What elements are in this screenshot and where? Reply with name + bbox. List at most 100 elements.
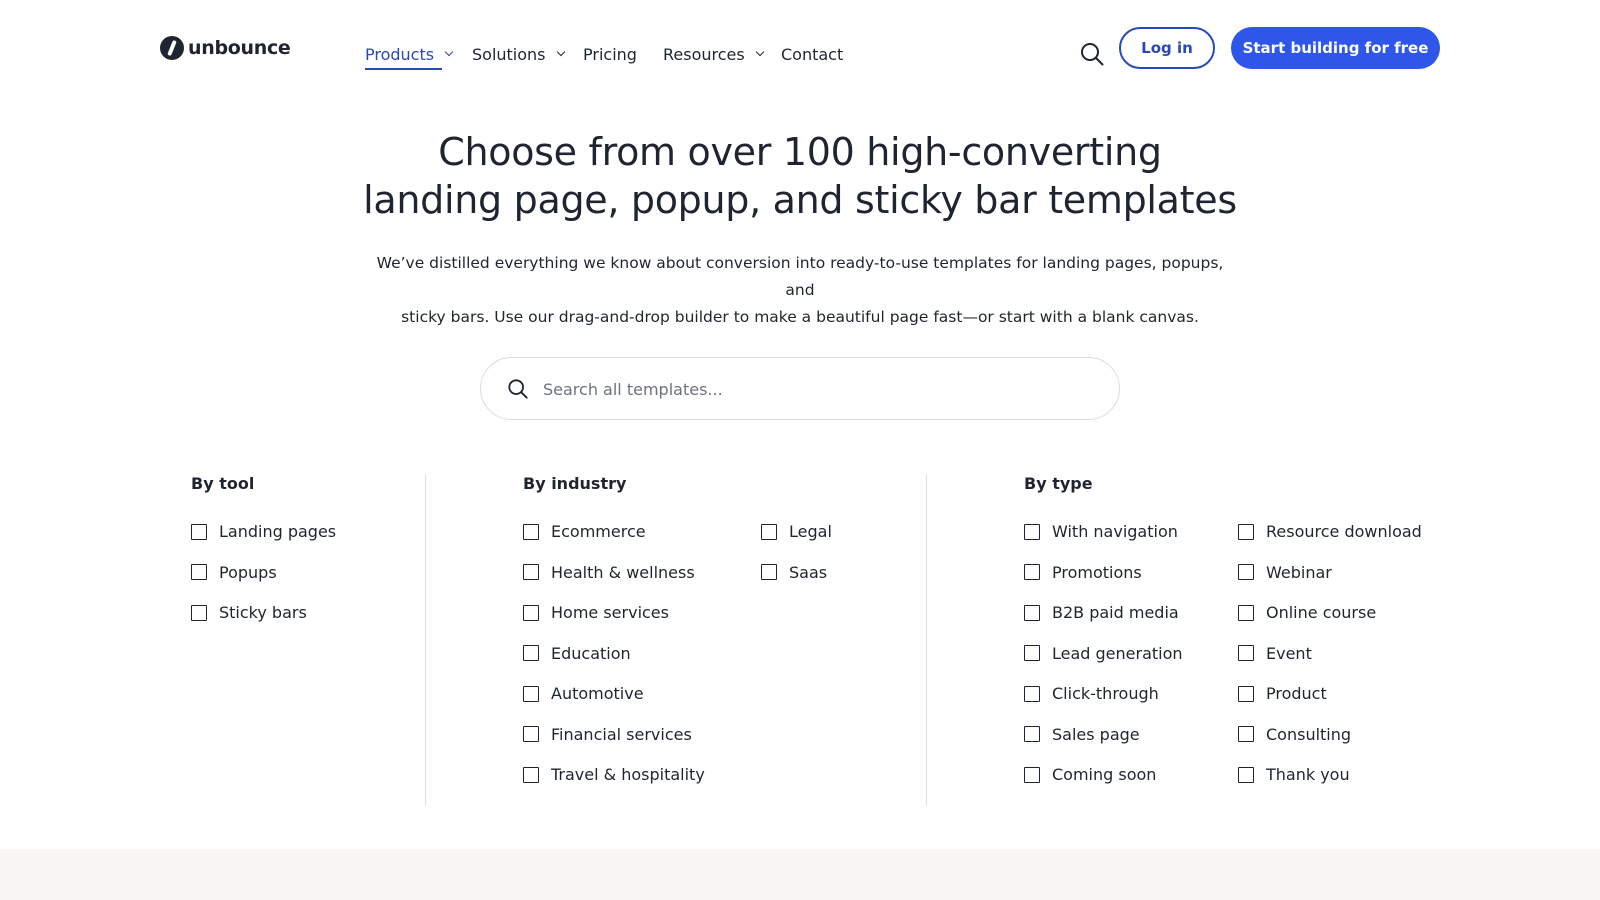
- nav-item-label: Products: [365, 44, 435, 64]
- checkbox-label: Popups: [219, 562, 277, 582]
- checkbox-label: Health & wellness: [551, 562, 695, 582]
- checkbox[interactable]: [523, 766, 539, 783]
- checkbox-label: Ecommerce: [551, 522, 646, 541]
- nav-item-label: Contact: [781, 44, 844, 64]
- checkbox[interactable]: [1238, 766, 1254, 783]
- checkbox[interactable]: [1024, 523, 1040, 540]
- checkbox[interactable]: [1238, 685, 1254, 702]
- checkbox[interactable]: [1024, 604, 1040, 621]
- checkbox-label: Sticky bars: [219, 603, 307, 622]
- nav-item-products[interactable]: Products: [365, 38, 465, 70]
- checkbox[interactable]: [523, 645, 539, 661]
- search-icon[interactable]: [1080, 42, 1104, 66]
- filter-checkbox-item[interactable]: Webinar: [1238, 563, 1332, 582]
- page-subtitle-line: sticky bars. Use our drag-and-drop build…: [401, 308, 1199, 326]
- checkbox-label: Product: [1266, 684, 1327, 703]
- login-button[interactable]: Log in: [1119, 27, 1215, 69]
- filter-checkbox-item[interactable]: Ecommerce: [523, 522, 646, 541]
- checkbox-label: Education: [551, 643, 631, 663]
- page-subtitle: We’ve distilled everything we know about…: [370, 250, 1230, 331]
- checkbox[interactable]: [761, 564, 777, 580]
- brand-name: unbounce: [188, 37, 291, 59]
- checkbox-label: Consulting: [1266, 724, 1352, 744]
- filter-checkbox-item[interactable]: Lead generation: [1024, 644, 1183, 663]
- start-building-button[interactable]: Start building for free: [1231, 27, 1440, 69]
- filter-checkbox-item[interactable]: Health & wellness: [523, 563, 695, 582]
- filter-checkbox-item[interactable]: Financial services: [523, 725, 692, 744]
- checkbox-label: Lead generation: [1052, 643, 1183, 663]
- checkbox[interactable]: [191, 604, 207, 621]
- filter-checkbox-item[interactable]: Online course: [1238, 603, 1376, 622]
- filter-checkbox-item[interactable]: With navigation: [1024, 522, 1178, 541]
- checkbox-label: Legal: [789, 522, 832, 541]
- checkbox-label: Resource download: [1266, 522, 1422, 541]
- checkbox[interactable]: [523, 726, 539, 742]
- checkbox-label: Financial services: [551, 724, 692, 744]
- checkbox-label: B2B paid media: [1052, 603, 1179, 622]
- page-title-line: landing page, popup, and sticky bar temp…: [363, 178, 1237, 222]
- checkbox-label: Landing pages: [219, 522, 337, 541]
- checkbox-label: Travel & hospitality: [551, 765, 705, 784]
- checkbox[interactable]: [1238, 645, 1254, 661]
- checkbox-label: Thank you: [1266, 765, 1350, 784]
- checkbox-label: Online course: [1266, 603, 1377, 622]
- checkbox-label: Event: [1266, 643, 1312, 663]
- checkbox-label: With navigation: [1052, 522, 1178, 541]
- filter-checkbox-item[interactable]: Travel & hospitality: [523, 765, 705, 784]
- filter-checkbox-item[interactable]: Consulting: [1238, 725, 1351, 744]
- nav-item-contact[interactable]: Contact: [781, 38, 851, 70]
- filter-title-by-tool: By tool: [191, 474, 255, 493]
- filter-divider: [926, 474, 927, 806]
- nav-item-resources[interactable]: Resources: [663, 38, 773, 70]
- checkbox[interactable]: [1024, 645, 1040, 661]
- checkbox[interactable]: [1238, 564, 1254, 580]
- filter-checkbox-item[interactable]: Automotive: [523, 684, 644, 703]
- filter-title-by-industry: By industry: [523, 474, 627, 493]
- checkbox-label: Saas: [789, 562, 828, 582]
- filter-checkbox-item[interactable]: Education: [523, 644, 631, 663]
- filter-checkbox-item[interactable]: Saas: [761, 563, 827, 582]
- filter-checkbox-item[interactable]: Click-through: [1024, 684, 1159, 703]
- checkbox[interactable]: [761, 523, 777, 540]
- nav-item-solutions[interactable]: Solutions: [472, 38, 572, 70]
- checkbox-label: Home services: [551, 603, 669, 622]
- filter-checkbox-item[interactable]: Promotions: [1024, 563, 1142, 582]
- checkbox-label: Promotions: [1052, 562, 1142, 582]
- checkbox[interactable]: [1024, 564, 1040, 580]
- search-icon: [508, 379, 528, 399]
- checkbox-label: Sales page: [1052, 724, 1140, 744]
- checkbox[interactable]: [1238, 604, 1254, 621]
- checkbox-label: Coming soon: [1052, 765, 1157, 784]
- chevron-down-icon: [755, 47, 764, 57]
- unbounce-logo-icon: [160, 36, 184, 60]
- checkbox[interactable]: [523, 604, 539, 621]
- template-search: [480, 357, 1120, 420]
- filter-checkbox-item[interactable]: Event: [1238, 644, 1312, 663]
- filter-checkbox-item[interactable]: Resource download: [1238, 522, 1422, 541]
- checkbox[interactable]: [1024, 726, 1040, 742]
- checkbox[interactable]: [1238, 523, 1254, 540]
- search-input[interactable]: [543, 374, 1083, 404]
- footer-band: [0, 849, 1600, 900]
- checkbox[interactable]: [523, 564, 539, 580]
- checkbox[interactable]: [191, 564, 207, 580]
- filter-checkbox-item[interactable]: Product: [1238, 684, 1327, 703]
- filter-checkbox-item[interactable]: Coming soon: [1024, 765, 1156, 784]
- filter-checkbox-item[interactable]: B2B paid media: [1024, 603, 1179, 622]
- checkbox[interactable]: [1238, 726, 1254, 742]
- brand-logo[interactable]: unbounce: [160, 35, 291, 61]
- checkbox[interactable]: [523, 685, 539, 702]
- page-title-line: Choose from over 100 high-converting: [438, 130, 1162, 174]
- filter-checkbox-item[interactable]: Sticky bars: [191, 603, 307, 622]
- filter-checkbox-item[interactable]: Landing pages: [191, 522, 336, 541]
- filter-checkbox-item[interactable]: Thank you: [1238, 765, 1350, 784]
- filter-checkbox-item[interactable]: Sales page: [1024, 725, 1140, 744]
- filter-checkbox-item[interactable]: Popups: [191, 563, 277, 582]
- filter-checkbox-item[interactable]: Home services: [523, 603, 669, 622]
- checkbox[interactable]: [1024, 685, 1040, 702]
- filter-checkbox-item[interactable]: Legal: [761, 522, 832, 541]
- checkbox[interactable]: [1024, 766, 1040, 783]
- checkbox[interactable]: [523, 523, 539, 540]
- nav-item-pricing[interactable]: Pricing: [583, 38, 653, 70]
- checkbox[interactable]: [191, 523, 207, 540]
